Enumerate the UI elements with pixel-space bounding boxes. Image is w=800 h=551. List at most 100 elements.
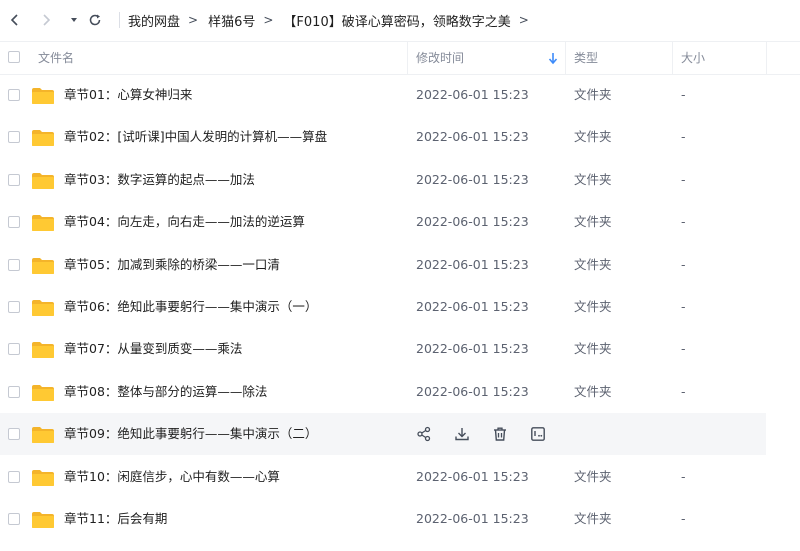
row-actions <box>414 424 548 444</box>
table-row[interactable]: 章节06：绝知此事要躬行——集中演示（一） 2022-06-01 15:23 文件夹… <box>0 286 766 328</box>
file-name[interactable]: 章节06：绝知此事要躬行——集中演示（一） <box>64 286 317 328</box>
column-header-name[interactable]: 文件名 <box>38 42 74 74</box>
file-name[interactable]: 章节10：闲庭信步，心中有数——心算 <box>64 456 280 498</box>
file-type: 文件夹 <box>574 341 612 357</box>
file-name[interactable]: 章节01：心算女神归来 <box>64 74 192 116</box>
table-row[interactable]: 章节09：绝知此事要躬行——集中演示（二） <box>0 413 766 456</box>
history-dropdown-button[interactable] <box>63 9 85 31</box>
folder-icon <box>32 88 54 104</box>
file-size: - <box>681 129 686 145</box>
row-checkbox[interactable] <box>8 131 20 144</box>
modified-time: 2022-06-01 15:23 <box>416 171 529 187</box>
column-divider <box>766 42 767 74</box>
column-header-modified[interactable]: 修改时间 <box>416 42 464 74</box>
file-name[interactable]: 章节08：整体与部分的运算——除法 <box>64 371 267 413</box>
file-type: 文件夹 <box>574 468 612 484</box>
table-row[interactable]: 章节03：数字运算的起点——加法 2022-06-01 15:23 文件夹 - <box>0 159 766 201</box>
table-row[interactable]: 章节08：整体与部分的运算——除法 2022-06-01 15:23 文件夹 - <box>0 371 766 413</box>
caret-down-icon <box>71 18 77 22</box>
folder-icon <box>32 384 54 401</box>
column-divider <box>565 42 566 74</box>
column-header-type[interactable]: 类型 <box>574 42 598 74</box>
file-name[interactable]: 章节03：数字运算的起点——加法 <box>64 159 255 201</box>
breadcrumb-item-folder[interactable]: 样猫6号 <box>208 11 255 30</box>
file-name[interactable]: 章节09：绝知此事要躬行——集中演示（二） <box>64 413 317 455</box>
top-navigation-bar: 我的网盘 > 样猫6号 > 【F010】破译心算密码，领略数字之美 > <box>0 0 800 40</box>
column-divider <box>672 42 673 74</box>
file-type: 文件夹 <box>574 383 612 399</box>
forward-button[interactable] <box>35 9 57 31</box>
file-size: - <box>681 87 686 102</box>
select-all-checkbox[interactable] <box>8 51 20 63</box>
download-icon[interactable] <box>452 424 472 444</box>
modified-time: 2022-06-01 15:23 <box>416 87 529 102</box>
table-row[interactable]: 章节05：加减到乘除的桥梁——一口清 2022-06-01 15:23 文件夹 - <box>0 244 766 286</box>
breadcrumb-separator-icon: > <box>518 13 529 27</box>
more-icon[interactable] <box>528 424 548 444</box>
file-type: 文件夹 <box>574 511 612 526</box>
file-size: - <box>681 299 686 314</box>
row-checkbox[interactable] <box>8 258 20 271</box>
file-size: - <box>681 511 686 526</box>
row-checkbox[interactable] <box>8 470 20 483</box>
file-size: - <box>681 171 686 187</box>
row-checkbox[interactable] <box>8 216 20 229</box>
breadcrumb-separator-icon: > <box>188 13 199 27</box>
modified-time: 2022-06-01 15:23 <box>416 129 529 145</box>
table-row[interactable]: 章节02：[试听课]中国人发明的计算机——算盘 2022-06-01 15:23 文… <box>0 116 766 158</box>
column-divider <box>407 42 408 74</box>
breadcrumb-item-root[interactable]: 我的网盘 <box>128 11 180 30</box>
folder-icon <box>32 300 54 316</box>
file-type: 文件夹 <box>574 256 612 272</box>
file-name[interactable]: 章节05：加减到乘除的桥梁——一口清 <box>64 244 280 286</box>
file-name[interactable]: 章节07：从量变到质变——乘法 <box>64 328 242 370</box>
modified-time: 2022-06-01 15:23 <box>416 214 529 230</box>
row-checkbox[interactable] <box>8 428 20 441</box>
modified-time: 2022-06-01 15:23 <box>416 341 529 357</box>
modified-time: 2022-06-01 15:23 <box>416 256 529 272</box>
table-row[interactable]: 章节04：向左走，向右走——加法的逆运算 2022-06-01 15:23 文件夹 - <box>0 201 766 243</box>
file-size: - <box>681 341 686 357</box>
file-type: 文件夹 <box>574 129 612 145</box>
folder-icon <box>32 342 54 359</box>
row-checkbox[interactable] <box>8 301 20 313</box>
row-checkbox[interactable] <box>8 89 20 101</box>
file-name[interactable]: 章节02：[试听课]中国人发明的计算机——算盘 <box>64 116 327 158</box>
file-type: 文件夹 <box>574 87 612 102</box>
refresh-icon <box>89 14 101 26</box>
folder-icon <box>32 512 54 528</box>
folder-icon <box>32 172 54 189</box>
breadcrumb-item-current[interactable]: 【F010】破译心算密码，领略数字之美 <box>283 11 510 30</box>
modified-time: 2022-06-01 15:23 <box>416 299 529 314</box>
delete-icon[interactable] <box>490 424 510 444</box>
sort-descending-icon[interactable] <box>548 51 558 65</box>
folder-icon <box>32 469 54 486</box>
modified-time: 2022-06-01 15:23 <box>416 511 529 526</box>
table-row[interactable]: 章节01：心算女神归来 2022-06-01 15:23 文件夹 - <box>0 74 766 116</box>
file-name[interactable]: 章节11：后会有期 <box>64 498 167 540</box>
refresh-button[interactable] <box>84 9 106 31</box>
toolbar-divider <box>119 12 120 28</box>
file-list-header: 文件名 修改时间 类型 大小 <box>0 41 800 75</box>
row-checkbox[interactable] <box>8 173 20 186</box>
file-type: 文件夹 <box>574 299 612 314</box>
file-size: - <box>681 214 686 230</box>
table-row[interactable]: 章节07：从量变到质变——乘法 2022-06-01 15:23 文件夹 - <box>0 328 766 370</box>
column-header-size[interactable]: 大小 <box>681 42 705 74</box>
file-size: - <box>681 383 686 399</box>
modified-time: 2022-06-01 15:23 <box>416 383 529 399</box>
modified-time: 2022-06-01 15:23 <box>416 468 529 484</box>
row-checkbox[interactable] <box>8 385 20 398</box>
folder-icon <box>32 215 54 232</box>
row-checkbox[interactable] <box>8 343 20 356</box>
row-checkbox[interactable] <box>8 513 20 525</box>
folder-icon <box>32 257 54 274</box>
file-name[interactable]: 章节04：向左走，向右走——加法的逆运算 <box>64 201 305 243</box>
table-row[interactable]: 章节10：闲庭信步，心中有数——心算 2022-06-01 15:23 文件夹 - <box>0 456 766 498</box>
file-size: - <box>681 468 686 484</box>
back-button[interactable] <box>4 9 26 31</box>
table-row[interactable]: 章节11：后会有期 2022-06-01 15:23 文件夹 - <box>0 498 766 540</box>
file-type: 文件夹 <box>574 214 612 230</box>
breadcrumb-separator-icon: > <box>263 13 274 27</box>
share-icon[interactable] <box>414 424 434 444</box>
